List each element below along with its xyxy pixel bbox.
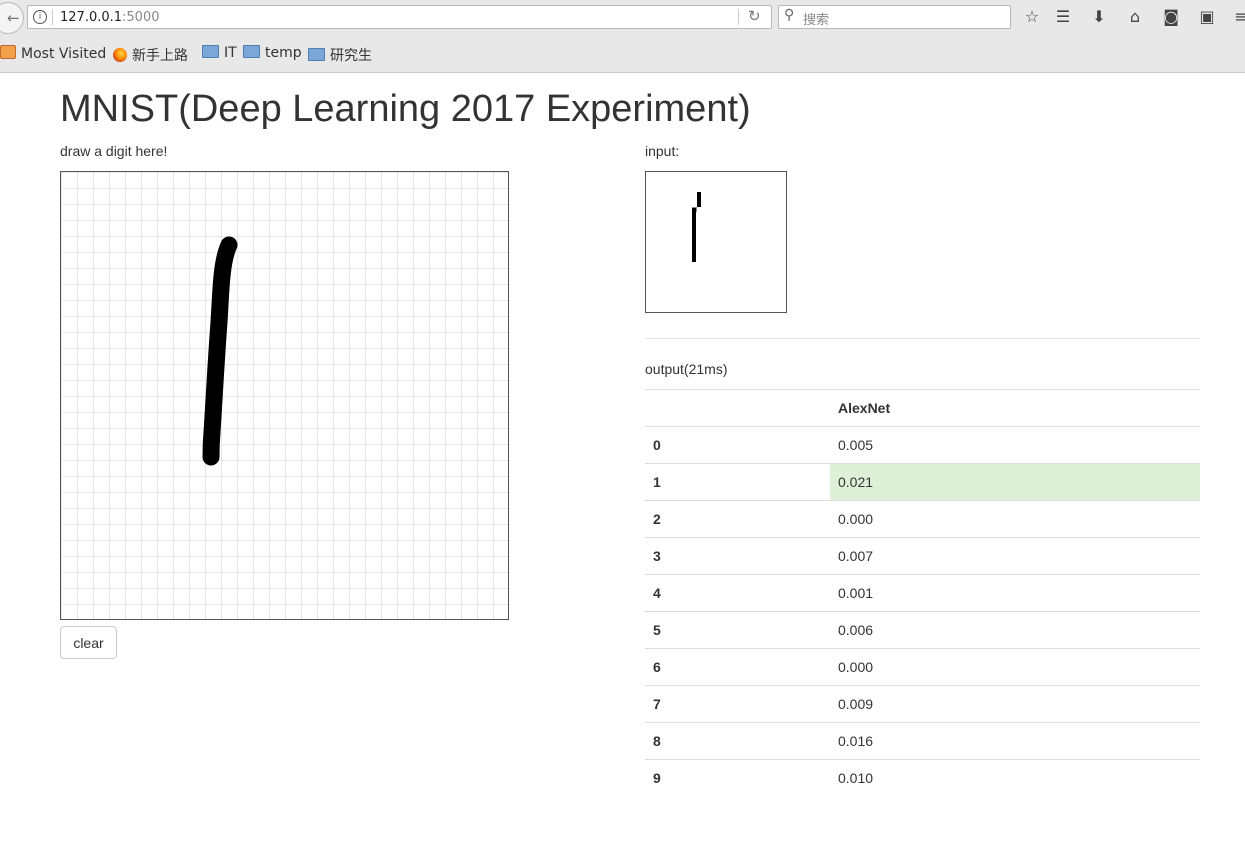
drawn-digit-stroke bbox=[202, 236, 238, 466]
firefox-icon bbox=[113, 48, 127, 62]
output-label: output(21ms) bbox=[645, 361, 728, 377]
digit-cell: 0 bbox=[645, 426, 830, 464]
table-row: 4 0.001 bbox=[645, 574, 1200, 612]
table-row: 1 0.021 bbox=[645, 463, 1200, 501]
navigation-toolbar: ← i 127.0.0.1:5000 ↻ ⚲ 搜索 ☆ ☰ ⬇ ⌂ ◙ ▣ ≡ bbox=[0, 0, 1245, 35]
model-column-header: AlexNet bbox=[830, 389, 1200, 427]
folder-icon bbox=[308, 48, 325, 61]
digit-cell: 9 bbox=[645, 759, 830, 796]
table-row: 5 0.006 bbox=[645, 611, 1200, 649]
input-pixel bbox=[697, 192, 701, 207]
bookmark-label: temp bbox=[265, 45, 302, 61]
bookmark-label: Most Visited bbox=[21, 46, 107, 62]
url-bar[interactable]: i 127.0.0.1:5000 ↻ bbox=[27, 5, 772, 29]
digit-cell: 3 bbox=[645, 537, 830, 575]
bookmark-label: 新手上路 bbox=[132, 48, 188, 64]
table-row: 0 0.005 bbox=[645, 426, 1200, 464]
probability-cell: 0.001 bbox=[830, 574, 1200, 612]
most-visited-icon bbox=[0, 45, 16, 59]
probability-cell: 0.010 bbox=[830, 759, 1200, 796]
table-row: 6 0.000 bbox=[645, 648, 1200, 686]
info-icon[interactable]: i bbox=[33, 10, 47, 24]
bookmark-label: IT bbox=[224, 45, 237, 61]
home-icon[interactable]: ⌂ bbox=[1124, 6, 1146, 28]
search-bar[interactable]: ⚲ 搜索 bbox=[778, 5, 1011, 29]
probability-cell: 0.005 bbox=[830, 426, 1200, 464]
probability-cell: 0.006 bbox=[830, 611, 1200, 649]
back-button[interactable]: ← bbox=[0, 2, 24, 34]
reload-icon[interactable]: ↻ bbox=[748, 7, 761, 25]
probability-cell: 0.007 bbox=[830, 537, 1200, 575]
probability-cell: 0.009 bbox=[830, 685, 1200, 723]
bookmarks-toolbar: Most Visited 新手上路 IT temp 研究生 bbox=[0, 40, 1245, 68]
clear-button[interactable]: clear bbox=[60, 626, 117, 659]
drawing-canvas[interactable] bbox=[60, 171, 509, 620]
digit-cell: 1 bbox=[645, 463, 830, 501]
table-row: 9 0.010 bbox=[645, 759, 1200, 796]
bookmark-folder-graduate[interactable]: 研究生 bbox=[308, 45, 372, 65]
table-row: 7 0.009 bbox=[645, 685, 1200, 723]
input-pixel bbox=[692, 208, 696, 262]
search-placeholder: 搜索 bbox=[803, 13, 830, 28]
search-icon: ⚲ bbox=[784, 7, 795, 23]
probability-cell-highlighted: 0.021 bbox=[830, 463, 1200, 501]
divider bbox=[645, 338, 1200, 339]
url-text[interactable]: 127.0.0.1:5000 bbox=[60, 10, 160, 25]
bookmark-label: 研究生 bbox=[330, 48, 372, 64]
results-table: AlexNet 0 0.005 1 0.021 2 0.000 3 0.007 4 0.0… bbox=[645, 389, 1200, 796]
probability-cell: 0.000 bbox=[830, 648, 1200, 686]
reader-view-icon[interactable]: ▣ bbox=[1196, 6, 1218, 28]
bookmark-getting-started[interactable]: 新手上路 bbox=[113, 45, 188, 65]
url-separator-right bbox=[738, 9, 739, 25]
table-header-row: AlexNet bbox=[645, 389, 1200, 427]
digit-cell: 4 bbox=[645, 574, 830, 612]
digit-cell: 6 bbox=[645, 648, 830, 686]
digit-cell: 5 bbox=[645, 611, 830, 649]
download-icon[interactable]: ⬇ bbox=[1088, 6, 1110, 28]
drawn-stroke-layer bbox=[202, 236, 238, 466]
bookmark-folder-temp[interactable]: temp bbox=[243, 45, 302, 61]
draw-label: draw a digit here! bbox=[60, 143, 168, 159]
digit-cell: 7 bbox=[645, 685, 830, 723]
url-separator bbox=[52, 9, 53, 25]
url-host: 127.0.0.1 bbox=[60, 10, 123, 25]
input-label: input: bbox=[645, 143, 680, 159]
pocket-icon[interactable]: ◙ bbox=[1160, 6, 1182, 28]
reading-list-icon[interactable]: ☰ bbox=[1052, 6, 1074, 28]
bookmark-most-visited[interactable]: Most Visited bbox=[0, 45, 106, 62]
digit-cell: 2 bbox=[645, 500, 830, 538]
url-port: :5000 bbox=[122, 10, 160, 25]
table-row: 3 0.007 bbox=[645, 537, 1200, 575]
input-preview bbox=[645, 171, 787, 313]
bookmark-star-icon[interactable]: ☆ bbox=[1021, 6, 1043, 28]
browser-chrome: ← i 127.0.0.1:5000 ↻ ⚲ 搜索 ☆ ☰ ⬇ ⌂ ◙ ▣ ≡ … bbox=[0, 0, 1245, 73]
bookmark-folder-it[interactable]: IT bbox=[202, 45, 237, 61]
folder-icon bbox=[202, 45, 219, 58]
table-row: 2 0.000 bbox=[645, 500, 1200, 538]
folder-icon bbox=[243, 45, 260, 58]
probability-cell: 0.016 bbox=[830, 722, 1200, 760]
page-title: MNIST(Deep Learning 2017 Experiment) bbox=[60, 88, 751, 130]
digit-cell: 8 bbox=[645, 722, 830, 760]
probability-cell: 0.000 bbox=[830, 500, 1200, 538]
back-icon: ← bbox=[7, 9, 20, 27]
digit-column-header bbox=[645, 389, 830, 427]
menu-icon[interactable]: ≡ bbox=[1230, 6, 1245, 28]
table-row: 8 0.016 bbox=[645, 722, 1200, 760]
